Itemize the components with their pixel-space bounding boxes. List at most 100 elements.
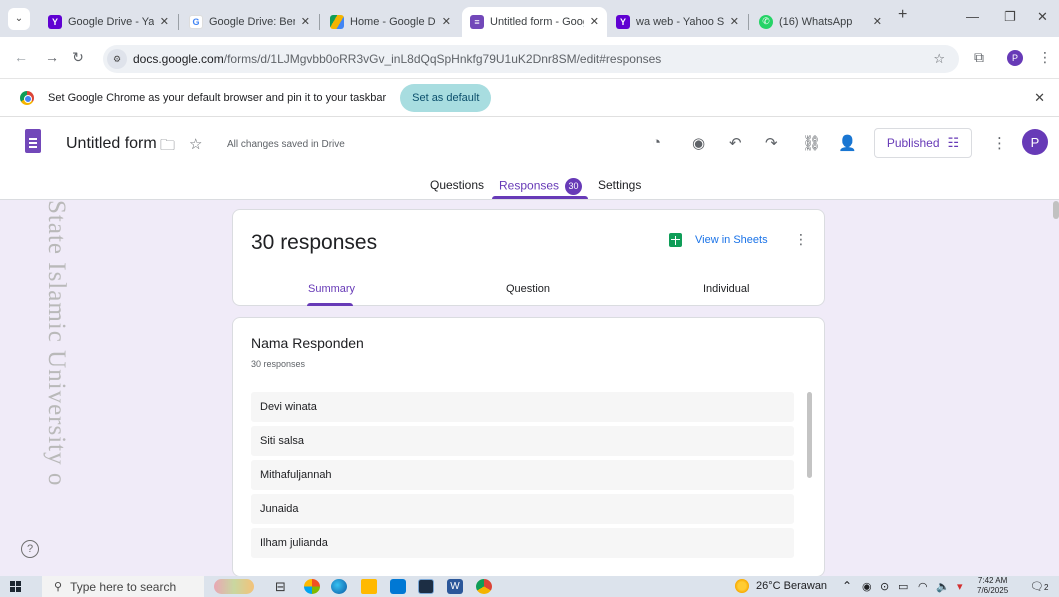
preview-eye-icon[interactable]: ◉ xyxy=(692,134,705,152)
input-indicator-icon[interactable]: ⊙ xyxy=(880,580,889,593)
url-host: docs.google.com xyxy=(133,52,224,66)
form-title[interactable]: Untitled form xyxy=(66,135,157,153)
sheets-icon[interactable] xyxy=(669,233,682,247)
chrome-menu-icon[interactable]: ⋮ xyxy=(1034,49,1056,66)
list-item: Mithafuljannah xyxy=(251,460,794,490)
copilot-icon[interactable] xyxy=(304,579,320,594)
taskbar-search-placeholder: Type here to search xyxy=(70,579,177,594)
minimize-icon[interactable]: — xyxy=(966,9,979,24)
page-scrollbar-thumb[interactable] xyxy=(1053,201,1059,219)
subtab-question[interactable]: Question xyxy=(506,283,550,295)
close-infobar-icon[interactable]: ✕ xyxy=(1034,90,1045,106)
task-view-icon[interactable]: ⊟ xyxy=(275,579,291,594)
browser-tab-2[interactable]: G Google Drive: Berbag ✕ xyxy=(181,7,318,37)
yahoo-icon: Y xyxy=(616,14,630,29)
reload-icon[interactable]: ↻ xyxy=(67,49,89,66)
url-input[interactable]: ⚙ docs.google.com/forms/d/1LJMgvbb0oRR3v… xyxy=(103,45,959,73)
url-path: /forms/d/1LJMgvbb0oRR3vGv_inL8dQqSpHnkfg… xyxy=(223,52,662,66)
wifi-icon[interactable]: ◠ xyxy=(918,580,928,593)
tab-divider xyxy=(178,13,179,30)
tab-label: Home - Google Drive xyxy=(350,15,436,28)
forward-icon[interactable]: → xyxy=(41,49,63,65)
tab-questions[interactable]: Questions xyxy=(430,178,484,192)
close-window-icon[interactable]: ✕ xyxy=(1037,9,1048,25)
redo-icon[interactable]: ↷ xyxy=(765,134,778,152)
weather-status[interactable]: 26°C Berawan xyxy=(756,580,827,592)
edge-browser-icon[interactable] xyxy=(331,579,347,594)
undo-icon[interactable]: ↶ xyxy=(729,134,742,152)
star-icon[interactable]: ☆ xyxy=(189,135,202,153)
browser-tab-5[interactable]: Y wa web - Yahoo Sear ✕ xyxy=(608,7,747,37)
active-subtab-indicator xyxy=(307,303,353,306)
forms-logo-icon[interactable] xyxy=(25,129,41,153)
tab-label: Untitled form - Goog xyxy=(490,15,584,28)
infobar-message: Set Google Chrome as your default browse… xyxy=(48,91,387,104)
taskbar-clock[interactable]: 7:42 AM 7/6/2025 xyxy=(977,576,1008,596)
responses-more-icon[interactable]: ⋮ xyxy=(794,231,808,248)
whatsapp-icon: ✆ xyxy=(759,14,773,29)
account-avatar[interactable]: P xyxy=(1022,129,1048,155)
extensions-icon[interactable]: ⧉ xyxy=(968,49,990,66)
meet-icon[interactable]: ◉ xyxy=(862,580,872,593)
word-icon[interactable]: W xyxy=(447,579,463,594)
chrome-taskbar-icon[interactable] xyxy=(476,579,492,594)
subtab-individual[interactable]: Individual xyxy=(703,283,749,295)
close-tab-icon[interactable]: ✕ xyxy=(301,15,310,28)
answer-list: Devi winata Siti salsa Mithafuljannah Ju… xyxy=(251,392,794,562)
save-status: All changes saved in Drive xyxy=(227,139,345,150)
list-item: Ilham julianda xyxy=(251,528,794,558)
set-as-default-button[interactable]: Set as default xyxy=(400,83,492,112)
solitaire-icon[interactable] xyxy=(418,579,434,594)
tray-chevron-icon[interactable]: ⌃ xyxy=(842,579,852,593)
close-tab-icon[interactable]: ✕ xyxy=(873,15,882,28)
browser-tab-3[interactable]: Home - Google Drive ✕ xyxy=(322,7,459,37)
view-in-sheets-link[interactable]: View in Sheets xyxy=(695,234,768,246)
clock-time: 7:42 AM xyxy=(977,576,1008,585)
subtab-summary[interactable]: Summary xyxy=(308,283,355,295)
close-tab-icon[interactable]: ✕ xyxy=(730,15,739,28)
profile-avatar-icon[interactable]: P xyxy=(1007,50,1023,66)
question-response-count: 30 responses xyxy=(251,359,306,369)
tab-responses[interactable]: Responses 30 xyxy=(499,178,583,195)
copy-link-icon[interactable]: ⛓ xyxy=(802,134,821,152)
bookmark-star-icon[interactable]: ☆ xyxy=(933,51,945,67)
browser-tab-4-active[interactable]: ≡ Untitled form - Goog ✕ xyxy=(462,6,607,37)
file-explorer-icon[interactable] xyxy=(361,579,377,594)
answer-list-scrollbar[interactable] xyxy=(807,392,812,478)
move-to-folder-icon[interactable]: 🗀 xyxy=(160,135,175,160)
browser-tab-6[interactable]: ✆ (16) WhatsApp ✕ xyxy=(751,7,890,37)
volume-icon[interactable]: 🔈 xyxy=(936,580,950,593)
tab-label: wa web - Yahoo Sear xyxy=(636,15,724,28)
new-tab-icon[interactable]: + xyxy=(898,6,907,24)
notification-center-icon[interactable]: 🗨2 xyxy=(1030,580,1048,593)
tab-divider xyxy=(748,13,749,30)
chrome-logo-icon xyxy=(20,90,34,105)
more-options-icon[interactable]: ⋮ xyxy=(992,134,1007,152)
tab-search-icon[interactable]: ⌄ xyxy=(8,7,30,30)
alert-icon[interactable]: ▾ xyxy=(957,580,963,593)
taskbar-search-input[interactable]: ⚲ Type here to search xyxy=(42,576,204,597)
help-icon[interactable]: ? xyxy=(21,540,39,558)
responses-count-badge: 30 xyxy=(565,178,583,195)
windows-start-icon[interactable] xyxy=(10,581,21,592)
responses-summary-card: 30 responses View in Sheets ⋮ Summary Qu… xyxy=(232,209,825,306)
yahoo-icon: Y xyxy=(48,14,62,29)
question-summary-card: Nama Responden 30 responses Devi winata … xyxy=(232,317,825,577)
published-button[interactable]: Published ☷ xyxy=(874,128,972,158)
add-collaborators-icon[interactable]: 👤 xyxy=(838,134,857,152)
battery-icon[interactable]: ▭ xyxy=(898,580,908,593)
close-tab-icon[interactable]: ✕ xyxy=(442,15,451,28)
browser-tab-1[interactable]: Y Google Drive - Yahoo ✕ xyxy=(40,7,177,37)
close-tab-icon[interactable]: ✕ xyxy=(160,15,169,28)
outlook-icon[interactable] xyxy=(390,579,406,594)
tab-settings[interactable]: Settings xyxy=(598,178,641,192)
back-icon[interactable]: ← xyxy=(10,49,32,65)
site-info-icon[interactable]: ⚙ xyxy=(107,49,127,69)
drive-icon xyxy=(330,14,344,29)
search-highlight-icon[interactable] xyxy=(214,579,254,594)
publish-settings-icon: ☷ xyxy=(947,135,960,150)
published-label: Published xyxy=(886,136,940,150)
close-tab-icon[interactable]: ✕ xyxy=(590,15,599,28)
customize-theme-icon[interactable]: ◔ xyxy=(652,134,661,151)
restore-icon[interactable]: ❐ xyxy=(1004,9,1016,25)
